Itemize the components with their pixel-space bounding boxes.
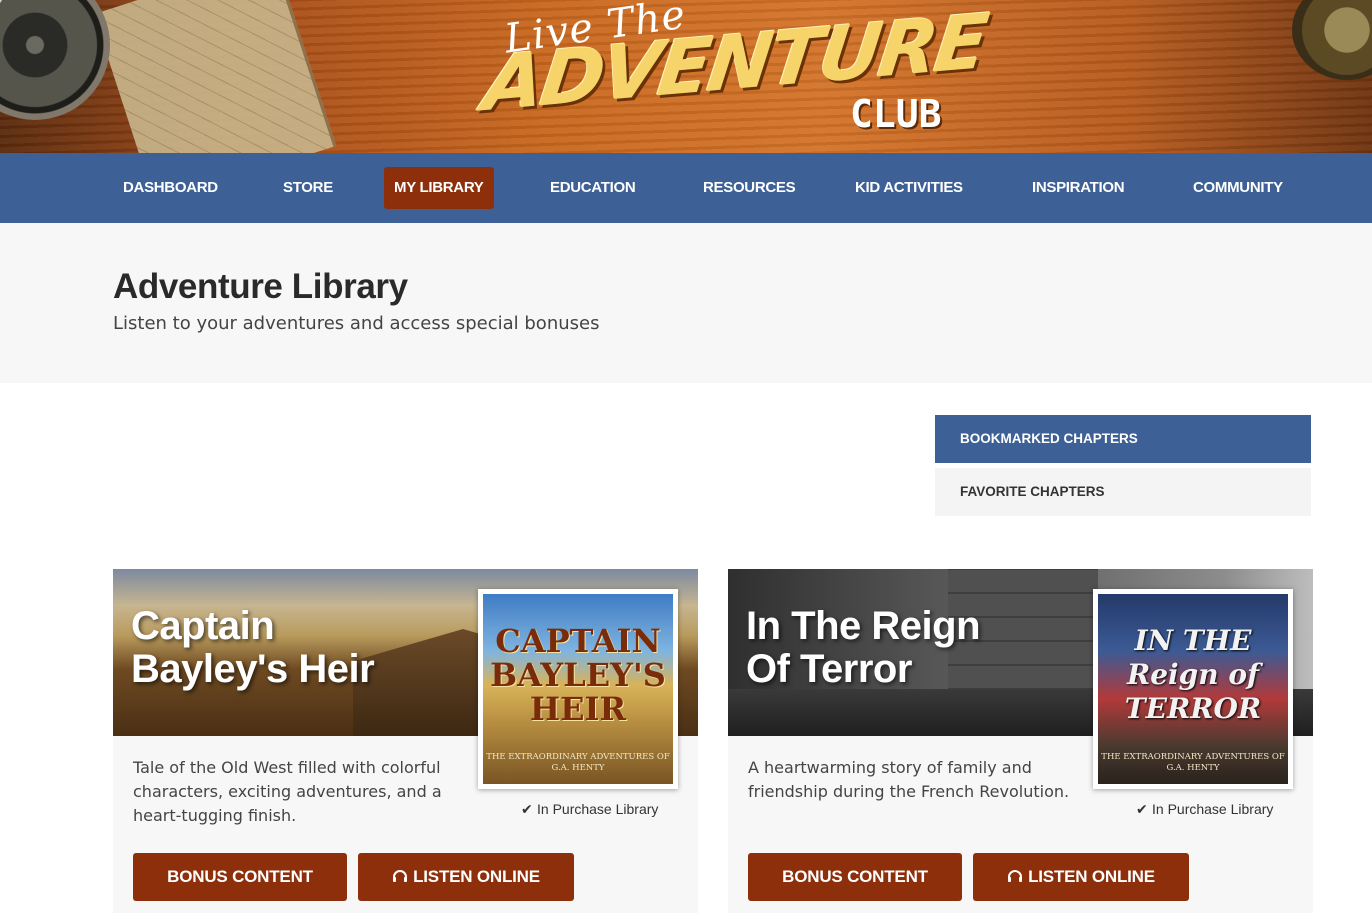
purchase-status: ✔ In Purchase Library	[1136, 801, 1274, 817]
logo-line-3: CLUB	[850, 92, 942, 136]
headphones-icon	[1008, 870, 1023, 882]
nav-resources[interactable]: RESOURCES	[693, 167, 805, 209]
tab-bookmarked-chapters[interactable]: BOOKMARKED CHAPTERS	[935, 415, 1311, 463]
map-decoration	[93, 0, 337, 153]
page-subtitle: Listen to your adventures and access spe…	[113, 313, 600, 334]
purchase-status: ✔ In Purchase Library	[521, 801, 659, 817]
compass-icon	[0, 0, 110, 120]
page-title: Adventure Library	[113, 267, 408, 306]
library-card: Captain Bayley's Heir CAPTAIN BAYLEY'S H…	[113, 569, 698, 913]
card-description: A heartwarming story of family and frien…	[748, 758, 1070, 801]
card-title: In The Reign Of Terror	[746, 604, 981, 691]
brass-object-decoration	[1292, 0, 1372, 80]
card-title: Captain Bayley's Heir	[131, 604, 375, 691]
nav-kid-activities[interactable]: KID ACTIVITIES	[845, 167, 973, 209]
card-description: Tale of the Old West filled with colorfu…	[133, 758, 442, 825]
site-logo[interactable]: Live The ADVENTURE CLUB	[479, 0, 991, 153]
album-cover[interactable]: IN THE Reign of TERROR THE EXTRAORDINARY…	[1093, 589, 1293, 789]
main-nav: DASHBOARD STORE MY LIBRARY EDUCATION RES…	[0, 153, 1372, 223]
listen-online-button[interactable]: LISTEN ONLINE	[973, 853, 1189, 901]
nav-store[interactable]: STORE	[273, 167, 343, 209]
check-icon: ✔	[521, 801, 533, 817]
bonus-content-button[interactable]: BONUS CONTENT	[748, 853, 962, 901]
nav-community[interactable]: COMMUNITY	[1183, 167, 1293, 209]
nav-education[interactable]: EDUCATION	[540, 167, 645, 209]
check-icon: ✔	[1136, 801, 1148, 817]
listen-online-button[interactable]: LISTEN ONLINE	[358, 853, 574, 901]
bonus-content-button[interactable]: BONUS CONTENT	[133, 853, 347, 901]
tab-favorite-chapters[interactable]: FAVORITE CHAPTERS	[935, 468, 1311, 516]
headphones-icon	[393, 870, 408, 882]
library-card: In The Reign Of Terror IN THE Reign of T…	[728, 569, 1313, 913]
page-header: Adventure Library Listen to your adventu…	[0, 223, 1372, 383]
cover-title: IN THE Reign of TERROR	[1124, 624, 1262, 725]
cover-byline: THE EXTRAORDINARY ADVENTURES OF G.A. HEN…	[486, 752, 670, 773]
nav-inspiration[interactable]: INSPIRATION	[1022, 167, 1134, 209]
album-cover[interactable]: CAPTAIN BAYLEY'S HEIR THE EXTRAORDINARY …	[478, 589, 678, 789]
cover-title: CAPTAIN BAYLEY'S HEIR	[490, 622, 666, 728]
cover-byline: THE EXTRAORDINARY ADVENTURES OF G.A. HEN…	[1101, 752, 1285, 773]
nav-dashboard[interactable]: DASHBOARD	[113, 167, 228, 209]
nav-my-library[interactable]: MY LIBRARY	[384, 167, 494, 209]
site-banner: Live The ADVENTURE CLUB	[0, 0, 1372, 153]
